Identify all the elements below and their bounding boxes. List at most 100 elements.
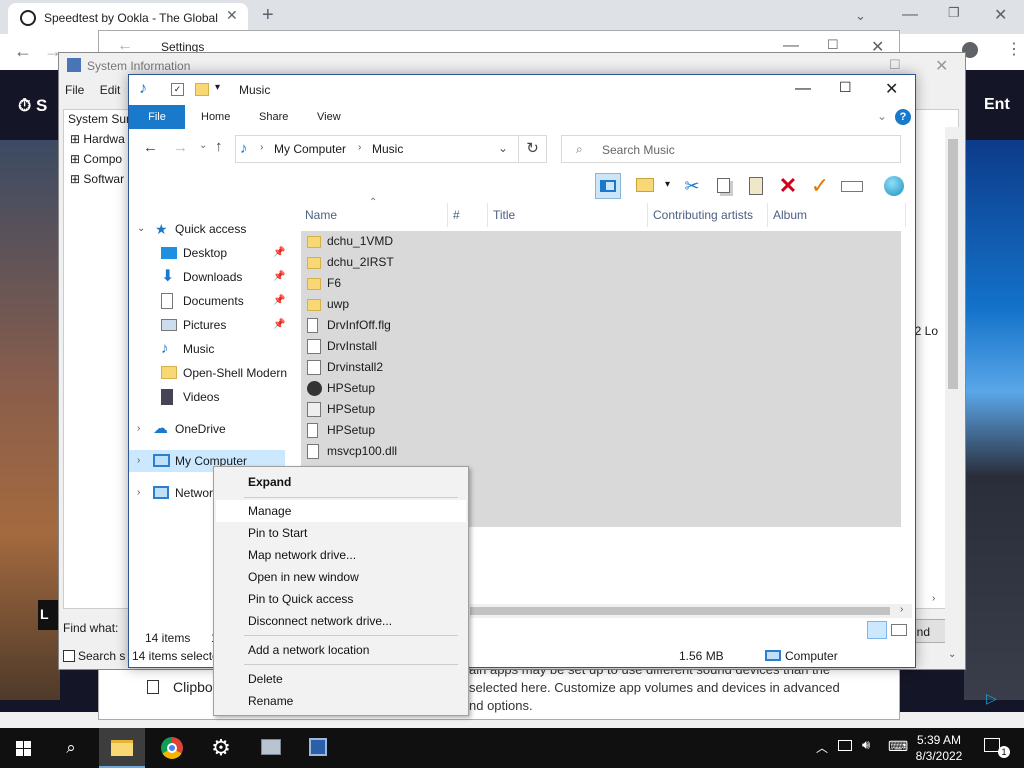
taskbar-file-explorer[interactable] <box>99 728 145 768</box>
explorer-close-icon[interactable]: ✕ <box>885 79 898 99</box>
nav-item-videos[interactable]: Videos <box>129 386 299 408</box>
clock[interactable]: 5:39 AM 8/3/2022 <box>910 732 968 764</box>
settings-maximize-icon[interactable]: ☐ <box>827 37 839 53</box>
address-bar[interactable]: ♪ › My Computer › Music ⌄ <box>235 135 519 163</box>
close-tab-icon[interactable]: ✕ <box>226 7 238 24</box>
new-folder-icon[interactable] <box>195 83 209 96</box>
search-selected-checkbox[interactable]: Search s <box>63 649 125 663</box>
back-icon[interactable]: ← <box>143 139 158 156</box>
start-button[interactable] <box>0 728 46 768</box>
ribbon-expand-icon[interactable]: ⌄ <box>877 109 887 123</box>
rename-icon[interactable] <box>839 173 865 199</box>
expand-chevron-icon[interactable]: › <box>137 418 140 440</box>
ctx-disconnect-network-drive[interactable]: Disconnect network drive... <box>216 610 466 632</box>
checkmark-icon[interactable]: ✓ <box>807 173 833 199</box>
sysinfo-menu-file[interactable]: File <box>65 83 84 97</box>
sysinfo-maximize-icon[interactable]: ☐ <box>889 57 901 73</box>
tray-overflow-icon[interactable]: ︿ <box>816 739 828 756</box>
vertical-scrollbar[interactable]: ⌄ <box>945 127 961 667</box>
expand-chevron-icon[interactable]: › <box>137 450 140 472</box>
cut-icon[interactable]: ✂ <box>679 173 705 199</box>
ribbon-tab-view[interactable]: View <box>317 111 341 123</box>
ctx-pin-to-quick-access[interactable]: Pin to Quick access <box>216 588 466 610</box>
scroll-right-icon[interactable]: › <box>932 593 935 604</box>
file-row[interactable]: Drvinstall2 <box>301 357 901 378</box>
chevron-down-icon[interactable]: ⌄ <box>855 8 866 24</box>
expand-chevron-icon[interactable]: ⌄ <box>137 218 145 240</box>
file-row[interactable]: uwp <box>301 294 901 315</box>
copy-icon[interactable] <box>711 173 737 199</box>
address-dropdown-icon[interactable]: ⌄ <box>498 141 508 155</box>
ribbon-tab-file[interactable]: File <box>129 105 185 129</box>
paste-icon[interactable] <box>743 173 769 199</box>
tree-item-software[interactable]: ⊞ Softwar <box>70 172 124 186</box>
restore-window-icon[interactable]: ❐ <box>948 5 960 21</box>
up-icon[interactable]: ↑ <box>215 138 223 155</box>
ribbon-tab-home[interactable]: Home <box>201 111 230 123</box>
ctx-rename[interactable]: Rename <box>216 690 466 712</box>
explorer-minimize-icon[interactable]: — <box>795 80 811 98</box>
view-options-dropdown-icon[interactable]: ▾ <box>665 179 670 190</box>
new-tab-button[interactable]: + <box>262 4 274 27</box>
column-album[interactable]: Album <box>773 208 807 222</box>
file-row[interactable]: HPSetup <box>301 378 901 399</box>
nav-onedrive[interactable]: › ☁ OneDrive <box>129 418 299 440</box>
file-row[interactable]: F6 <box>301 273 901 294</box>
volume-tray-icon[interactable]: 🔊︎ <box>862 737 870 753</box>
refresh-button[interactable]: ↻ <box>519 135 547 163</box>
horizontal-scrollbar[interactable]: › <box>470 604 912 618</box>
column-divider[interactable] <box>487 203 488 227</box>
taskbar-app[interactable] <box>296 728 342 768</box>
network-tray-icon[interactable] <box>838 740 852 751</box>
expand-chevron-icon[interactable]: › <box>137 482 140 504</box>
delete-icon[interactable]: ✕ <box>775 173 801 199</box>
file-row[interactable]: dchu_2IRST <box>301 252 901 273</box>
taskbar-system-information[interactable] <box>248 728 294 768</box>
large-icons-view-icon[interactable] <box>891 624 907 636</box>
sysinfo-close-icon[interactable]: ✕ <box>935 56 948 76</box>
breadcrumb-my-computer[interactable]: My Computer <box>274 142 346 156</box>
keyboard-tray-icon[interactable]: ⌨ <box>888 738 908 755</box>
page-nav-text[interactable]: Ent <box>984 96 1010 114</box>
sysinfo-menu-edit[interactable]: Edit <box>100 83 121 97</box>
ctx-open-new-window[interactable]: Open in new window <box>216 566 466 588</box>
close-window-icon[interactable]: ✕ <box>994 5 1007 25</box>
taskbar-chrome[interactable] <box>149 728 195 768</box>
ctx-delete[interactable]: Delete <box>216 668 466 690</box>
tree-item-hardware[interactable]: ⊞ Hardwa <box>70 132 125 146</box>
column-divider[interactable] <box>767 203 768 227</box>
nav-item-pictures[interactable]: Pictures 📌 <box>129 314 299 336</box>
back-icon[interactable]: ← <box>14 41 32 62</box>
ctx-manage[interactable]: Manage <box>216 500 466 522</box>
file-row[interactable]: DrvInfOff.flg <box>301 315 901 336</box>
ctx-expand[interactable]: Expand <box>216 471 466 493</box>
quick-access-toolbar-dropdown-icon[interactable]: ▾ <box>215 82 220 93</box>
nav-item-desktop[interactable]: Desktop 📌 <box>129 242 299 264</box>
nav-item-documents[interactable]: Documents 📌 <box>129 290 299 312</box>
column-divider[interactable] <box>447 203 448 227</box>
search-button[interactable]: ⌕ <box>48 728 94 768</box>
recent-locations-icon[interactable]: ⌄ <box>199 140 207 151</box>
preview-pane-icon[interactable] <box>595 173 621 199</box>
column-number[interactable]: # <box>453 208 460 222</box>
column-divider[interactable] <box>905 203 906 227</box>
view-options-icon[interactable] <box>633 173 659 199</box>
details-view-icon[interactable] <box>867 621 887 639</box>
file-row[interactable]: DrvInstall <box>301 336 901 357</box>
file-row[interactable]: HPSetup <box>301 420 901 441</box>
column-contributing-artists[interactable]: Contributing artists <box>653 208 753 222</box>
taskbar-settings[interactable]: ⚙ <box>198 728 244 768</box>
nav-item-music[interactable]: ♪ Music <box>129 338 299 360</box>
tree-item-components[interactable]: ⊞ Compo <box>70 152 122 166</box>
explorer-maximize-icon[interactable]: ☐ <box>839 79 852 96</box>
column-name[interactable]: Name <box>305 208 337 222</box>
ribbon-tab-share[interactable]: Share <box>259 111 288 123</box>
search-input[interactable]: ⌕ Search Music <box>561 135 901 163</box>
nav-item-open-shell[interactable]: Open-Shell Modern <box>129 362 299 384</box>
ctx-map-network-drive[interactable]: Map network drive... <box>216 544 466 566</box>
file-row[interactable]: msvcp100.dll <box>301 441 901 462</box>
column-divider[interactable] <box>647 203 648 227</box>
globe-icon[interactable] <box>881 173 907 199</box>
forward-icon[interactable]: → <box>173 139 188 156</box>
file-row[interactable]: HPSetup <box>301 399 901 420</box>
